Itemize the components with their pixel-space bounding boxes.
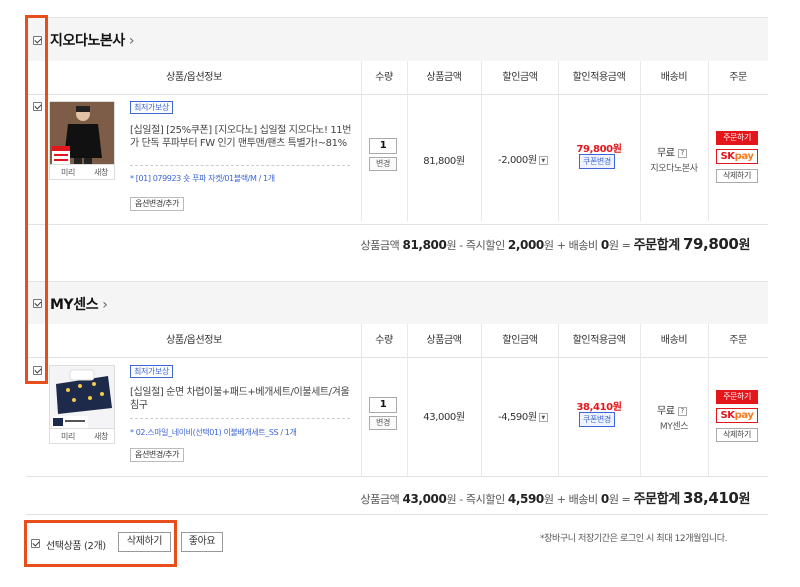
col-discount: 할인금액 [502,72,538,83]
col-product: 상품/옵션정보 [166,335,222,346]
store-name-link[interactable]: MY센스 › [50,294,108,314]
col-order: 주문 [729,335,747,346]
shipping-origin: 지오다노본사 [650,164,698,174]
option-text: * 02.스마일_네이비(선택01) 이불베개세트_SS / 1개 [130,428,297,437]
store-name-link[interactable]: 지오다노본사 › [50,30,135,50]
quantity-change-button[interactable]: 변경 [369,157,397,171]
table-header: 상품/옵션정보 수량 상품금액 할인금액 할인적용금액 배송비 주문 [26,324,768,358]
col-price: 상품금액 [426,335,462,346]
delete-item-button[interactable]: 삭제하기 [716,428,758,442]
new-window-button[interactable]: 새창 [94,167,108,178]
highlight-box-checkboxes [25,15,48,384]
order-total-label: 주문합계 [633,492,681,507]
item-price: 43,000원 [423,412,465,423]
like-button[interactable]: 좋아요 [181,532,223,552]
col-final: 할인적용금액 [572,335,626,346]
order-summary: 상품금액 43,000원 - 즉시할인 4,590원 + 배송비 0원 = 주문… [360,489,751,507]
discount-toggle-icon[interactable]: ▼ [538,412,548,422]
col-qty: 수량 [375,72,393,83]
preview-button[interactable]: 미리 [61,167,75,178]
col-discount: 할인금액 [502,335,538,346]
order-total-label: 주문합계 [633,238,681,253]
product-thumbnail[interactable] [49,365,115,429]
thumbnail-buttons: 미리 새창 [49,429,115,444]
discount-toggle-icon[interactable]: ▼ [538,155,548,165]
col-shipping: 배송비 [660,72,688,83]
coupon-change-button[interactable]: 쿠폰변경 [579,154,615,169]
item-discount: -2,000원 ▼ [498,151,548,166]
order-total: 38,410 [682,489,739,507]
quantity-input[interactable]: 1 [369,397,397,413]
shipping-help-icon[interactable]: ? [677,148,687,158]
order-button[interactable]: 주문하기 [716,390,758,404]
product-thumbnail[interactable] [49,101,115,165]
storage-note: *장바구니 저장기간은 로그인 시 최대 12개월입니다. [540,534,728,544]
shipping-fee: 무료? [657,144,687,159]
preview-button[interactable]: 미리 [61,431,75,442]
store-header: MY센스 › [26,281,768,325]
highlight-box-footer [24,520,177,567]
coupon-change-button[interactable]: 쿠폰변경 [579,412,615,427]
order-button[interactable]: 주문하기 [716,131,758,145]
lowest-price-badge: 최저가보상 [130,101,173,114]
col-shipping: 배송비 [660,335,688,346]
skpay-button[interactable]: SKpay [716,149,758,164]
option-change-button[interactable]: 옵션변경/추가 [130,448,185,462]
quantity-input[interactable]: 1 [369,138,397,154]
store-header: 지오다노본사 › [26,17,768,61]
skpay-button[interactable]: SKpay [716,408,758,423]
delete-item-button[interactable]: 삭제하기 [716,169,758,183]
table-header: 상품/옵션정보 수량 상품금액 할인금액 할인적용금액 배송비 주문 [26,61,768,95]
thumbnail-buttons: 미리 새창 [49,165,115,180]
shipping-help-icon[interactable]: ? [677,406,687,416]
cart-item-row: 미리 새창 최저가보상 [십일절] [25%쿠폰] [지오다노] 십일절 지오다… [26,95,768,221]
store-section-mysense: MY센스 › 상품/옵션정보 수량 상품금액 할인금액 할인적용금액 배송비 주문 [26,265,768,515]
item-final-price: 79,800원 [576,144,622,155]
cart-item-row: 미리 새창 최저가보상 [십일절] 순면 차렵이불+패드+베개세트/이불세트/겨… [26,358,768,476]
store-section-giordano: 지오다노본사 › 상품/옵션정보 수량 상품금액 할인금액 할인적용금액 배송비 … [26,0,768,262]
product-title-link[interactable]: [십일절] 순면 차렵이불+패드+베개세트/이불세트/겨울침구 [130,386,352,412]
new-window-button[interactable]: 새창 [94,431,108,442]
option-change-button[interactable]: 옵션변경/추가 [130,197,185,211]
col-final: 할인적용금액 [572,72,626,83]
order-summary: 상품금액 81,800원 - 즉시할인 2,000원 + 배송비 0원 = 주문… [360,235,751,253]
item-price: 81,800원 [423,156,465,167]
col-price: 상품금액 [426,72,462,83]
shipping-fee: 무료? [657,402,687,417]
option-text: * [01] 079923 숏 푸파 자켓/01블랙/M / 1개 [130,174,275,183]
lowest-price-badge: 최저가보상 [130,365,173,378]
quantity-change-button[interactable]: 변경 [369,416,397,430]
col-qty: 수량 [375,335,393,346]
col-order: 주문 [729,72,747,83]
col-product: 상품/옵션정보 [166,72,222,83]
order-total: 79,800 [682,235,739,253]
item-final-price: 38,410원 [576,402,622,413]
item-discount: -4,590원 ▼ [498,408,548,423]
product-title-link[interactable]: [십일절] [25%쿠폰] [지오다노] 십일절 지오다노! 11번가 단독 푸… [130,124,352,150]
shipping-origin: MY센스 [659,422,689,432]
